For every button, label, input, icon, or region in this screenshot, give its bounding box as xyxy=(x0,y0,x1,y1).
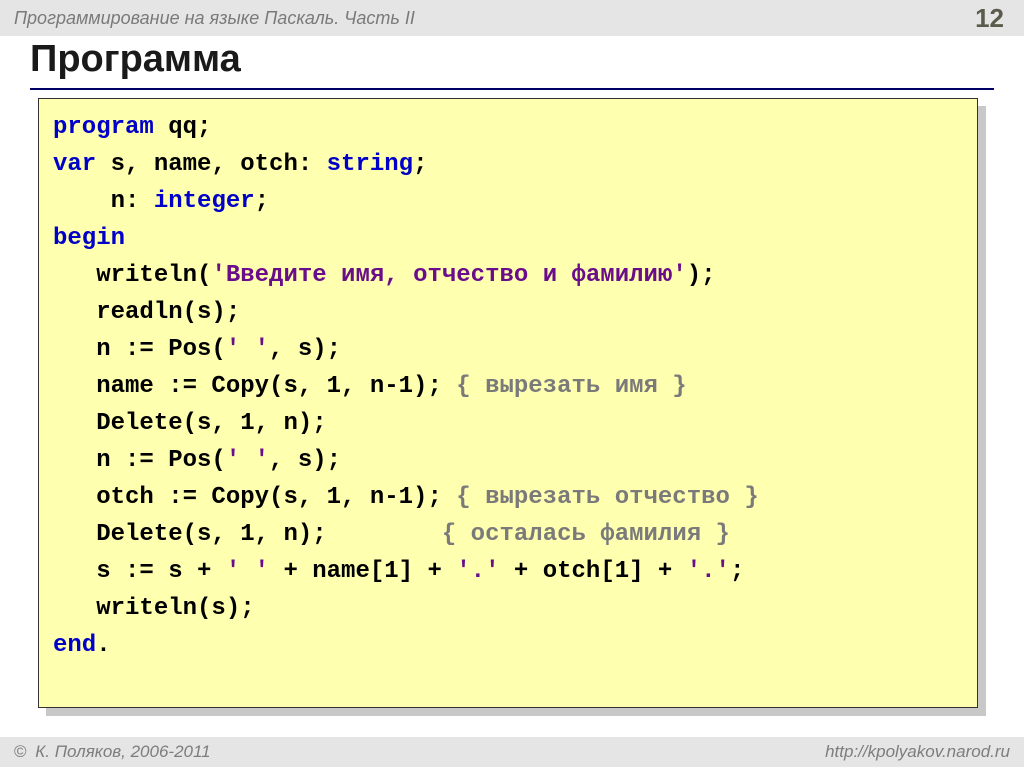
code-text: ; xyxy=(413,151,427,178)
code-text: + name[1] + xyxy=(269,558,456,585)
page-number: 12 xyxy=(975,3,1010,34)
code-text: ; xyxy=(730,558,744,585)
code-text: Delete(s, 1, n); xyxy=(53,521,442,548)
kw-begin: begin xyxy=(53,225,125,252)
code-text: writeln(s); xyxy=(53,595,255,622)
code-text: n := Pos( xyxy=(53,336,226,363)
string-literal: '.' xyxy=(456,558,499,585)
slide: Программирование на языке Паскаль. Часть… xyxy=(0,0,1024,767)
header-title: Программирование на языке Паскаль. Часть… xyxy=(14,8,415,29)
kw-program: program xyxy=(53,114,154,141)
copyright-text: К. Поляков, 2006-2011 xyxy=(31,742,211,761)
string-literal: 'Введите имя, отчество и фамилию' xyxy=(211,262,686,289)
code-text: readln(s); xyxy=(53,299,240,326)
code-block: program qq; var s, name, otch: string; n… xyxy=(38,98,978,708)
footer-url: http://kpolyakov.narod.ru xyxy=(825,742,1010,762)
slide-heading: Программа xyxy=(30,38,241,81)
string-literal: ' ' xyxy=(226,336,269,363)
comment: { осталась фамилия } xyxy=(442,521,730,548)
copyright-icon: © xyxy=(14,742,27,761)
footer-bar: © К. Поляков, 2006-2011 http://kpolyakov… xyxy=(0,737,1024,767)
footer-copyright: © К. Поляков, 2006-2011 xyxy=(14,742,211,762)
header-bar: Программирование на языке Паскаль. Часть… xyxy=(0,0,1024,36)
code-text: qq; xyxy=(154,114,212,141)
string-literal: ' ' xyxy=(226,558,269,585)
kw-var: var xyxy=(53,151,96,178)
code-text: s := s + xyxy=(53,558,226,585)
code-text: n := Pos( xyxy=(53,447,226,474)
code-text: name := Copy(s, 1, n-1); xyxy=(53,373,456,400)
kw-end: end xyxy=(53,632,96,659)
comment: { вырезать отчество } xyxy=(456,484,758,511)
code-text: writeln( xyxy=(53,262,211,289)
code-text: ); xyxy=(687,262,716,289)
code-text: + otch[1] + xyxy=(500,558,687,585)
kw-integer: integer xyxy=(154,188,255,215)
code-text: , s); xyxy=(269,447,341,474)
comment: { вырезать имя } xyxy=(456,373,686,400)
code-block-wrap: program qq; var s, name, otch: string; n… xyxy=(38,98,978,708)
string-literal: ' ' xyxy=(226,447,269,474)
string-literal: '.' xyxy=(687,558,730,585)
code-text: . xyxy=(96,632,110,659)
code-text: Delete(s, 1, n); xyxy=(53,410,327,437)
code-text: otch := Copy(s, 1, n-1); xyxy=(53,484,456,511)
heading-rule xyxy=(30,88,994,90)
kw-string: string xyxy=(327,151,413,178)
code-text: ; xyxy=(255,188,269,215)
code-text: , s); xyxy=(269,336,341,363)
code-text: n: xyxy=(53,188,154,215)
code-text: s, name, otch: xyxy=(96,151,326,178)
